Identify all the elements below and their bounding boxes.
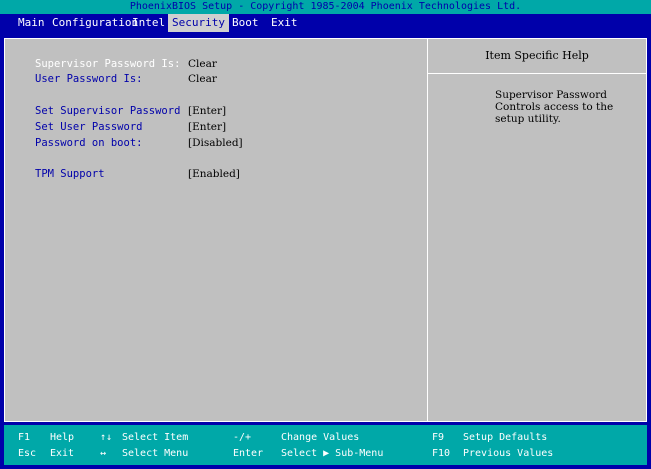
set-supervisor-password-item[interactable]: Set Supervisor Password	[35, 104, 180, 118]
user-password-status-label: User Password Is:	[35, 73, 143, 85]
menu-security[interactable]: Security	[168, 14, 229, 32]
menu-bar: Main Configuration Intel Security Boot E…	[0, 14, 651, 32]
menu-intel[interactable]: Intel	[128, 14, 169, 32]
bios-screen: PhoenixBIOS Setup - Copyright 1985-2004 …	[0, 0, 651, 469]
enter-desc: Select ▶ Sub-Menu	[281, 448, 384, 459]
leftright-key: ↔	[100, 448, 107, 459]
set-user-password-item[interactable]: Set User Password	[35, 120, 142, 134]
set-supervisor-password-value[interactable]: [Enter]	[188, 104, 226, 118]
password-on-boot-value[interactable]: [Disabled]	[188, 136, 243, 150]
menu-main[interactable]: Main	[14, 14, 49, 32]
supervisor-password-status-label: Supervisor Password Is:	[35, 58, 181, 70]
f10-key: F10	[432, 448, 451, 459]
f1-desc: Help	[50, 432, 75, 443]
leftright-desc: Select Menu	[122, 448, 189, 459]
plusminus-desc: Change Values	[281, 432, 360, 443]
title-bar: PhoenixBIOS Setup - Copyright 1985-2004 …	[0, 0, 651, 14]
plusminus-key: -/+	[233, 432, 252, 443]
menu-boot[interactable]: Boot	[228, 14, 263, 32]
esc-key: Esc	[18, 448, 37, 459]
tpm-support-value[interactable]: [Enabled]	[188, 167, 240, 181]
f10-desc: Previous Values	[463, 448, 554, 459]
help-text-line: Supervisor Password	[495, 89, 607, 101]
help-text-line: Controls access to the	[495, 101, 614, 113]
password-on-boot-item[interactable]: Password on boot:	[35, 136, 142, 150]
supervisor-password-status-value: Clear	[188, 58, 217, 70]
f1-key: F1	[18, 432, 31, 443]
help-text: Supervisor Password Controls access to t…	[495, 89, 635, 125]
key-help-footer: F1 Help ↑↓ Select Item -/+ Change Values…	[4, 425, 647, 465]
help-divider	[428, 73, 646, 74]
security-panel: Supervisor Password Is: Clear User Passw…	[4, 38, 647, 422]
user-password-status-value: Clear	[188, 73, 217, 85]
tpm-support-item[interactable]: TPM Support	[35, 167, 105, 181]
f9-key: F9	[432, 432, 445, 443]
menu-exit[interactable]: Exit	[267, 14, 302, 32]
esc-desc: Exit	[50, 448, 75, 459]
f9-desc: Setup Defaults	[463, 432, 548, 443]
updown-desc: Select Item	[122, 432, 189, 443]
updown-key: ↑↓	[100, 432, 113, 443]
enter-key: Enter	[233, 448, 264, 459]
set-user-password-value[interactable]: [Enter]	[188, 120, 226, 134]
help-title: Item Specific Help	[485, 49, 589, 62]
help-text-line: setup utility.	[495, 113, 561, 125]
panel-divider	[427, 39, 428, 421]
